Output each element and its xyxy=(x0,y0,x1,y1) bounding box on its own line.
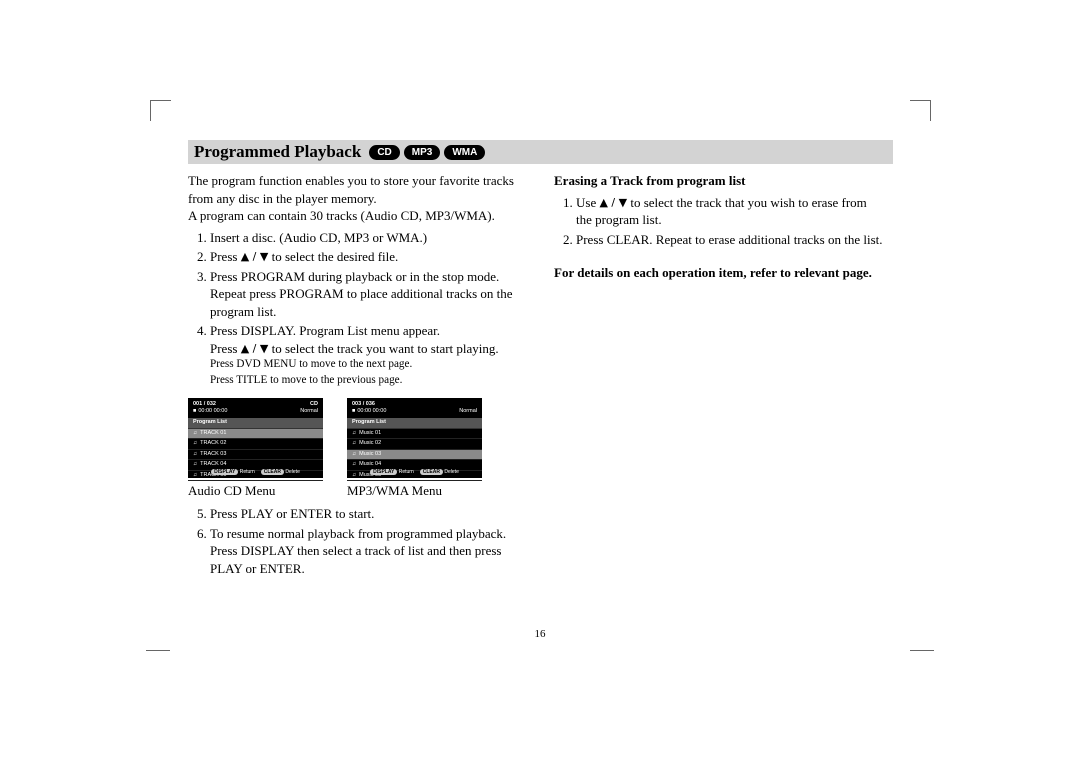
mp3-wma-osd: 003 / 036 00:00 00:00 Normal Program Lis… xyxy=(347,398,482,478)
reference-note: For details on each operation item, refe… xyxy=(554,264,884,282)
music-note-icon: TRACK 02 xyxy=(193,440,226,446)
two-column-body: The program function enables you to stor… xyxy=(188,172,893,579)
erase-step-2: Press CLEAR. Repeat to erase additional … xyxy=(576,231,884,249)
up-down-arrows-icon: ▲ / ▼ xyxy=(599,196,627,209)
badge-cd: CD xyxy=(369,145,399,160)
manual-page: Programmed Playback CD MP3 WMA The progr… xyxy=(188,140,893,579)
crop-mark-mid-left xyxy=(146,650,170,652)
stop-icon: 00:00 00:00 xyxy=(352,408,386,415)
music-note-icon: TRACK 01 xyxy=(193,430,226,436)
osd-menu-screenshots: 001 / 032 CD 00:00 00:00 Normal Program … xyxy=(188,398,528,500)
step-1: Insert a disc. (Audio CD, MP3 or WMA.) xyxy=(210,229,528,247)
audio-cd-caption: Audio CD Menu xyxy=(188,482,323,500)
mp3-wma-menu-block: 003 / 036 00:00 00:00 Normal Program Lis… xyxy=(347,398,482,500)
erase-subheading: Erasing a Track from program list xyxy=(554,172,884,190)
section-heading-bar: Programmed Playback CD MP3 WMA xyxy=(188,140,893,164)
up-down-arrows-icon: ▲ / ▼ xyxy=(241,250,269,263)
audio-cd-osd: 001 / 032 CD 00:00 00:00 Normal Program … xyxy=(188,398,323,478)
crop-mark-mid-right xyxy=(910,650,934,652)
music-note-icon: TRACK 04 xyxy=(193,461,226,467)
intro-para-1: The program function enables you to stor… xyxy=(188,172,528,207)
crop-mark-top-right xyxy=(910,100,931,121)
music-note-icon: Music 02 xyxy=(352,440,381,446)
music-note-icon: Music 04 xyxy=(352,461,381,467)
music-note-icon: Music 03 xyxy=(352,451,381,457)
main-steps-list: Insert a disc. (Audio CD, MP3 or WMA.) P… xyxy=(188,229,528,388)
intro-para-2: A program can contain 30 tracks (Audio C… xyxy=(188,207,528,225)
page-number: 16 xyxy=(0,628,1080,640)
music-note-icon: TRACK 03 xyxy=(193,451,226,457)
section-title: Programmed Playback xyxy=(194,142,361,162)
left-column: The program function enables you to stor… xyxy=(188,172,528,579)
erase-step-1: Use ▲ / ▼ to select the track that you w… xyxy=(576,194,884,229)
stop-icon: 00:00 00:00 xyxy=(193,408,227,415)
step-3: Press PROGRAM during playback or in the … xyxy=(210,268,528,321)
step-6: To resume normal playback from programme… xyxy=(210,525,528,578)
right-column: Erasing a Track from program list Use ▲ … xyxy=(554,172,884,579)
mp3-wma-caption: MP3/WMA Menu xyxy=(347,482,482,500)
audio-cd-menu-block: 001 / 032 CD 00:00 00:00 Normal Program … xyxy=(188,398,323,500)
step-4: Press DISPLAY. Program List menu appear.… xyxy=(210,322,528,387)
main-steps-list-continued: Press PLAY or ENTER to start. To resume … xyxy=(188,505,528,577)
badge-mp3: MP3 xyxy=(404,145,441,160)
step-5: Press PLAY or ENTER to start. xyxy=(210,505,528,523)
music-note-icon: Music 01 xyxy=(352,430,381,436)
up-down-arrows-icon: ▲ / ▼ xyxy=(241,342,269,355)
step-2: Press ▲ / ▼ to select the desired file. xyxy=(210,248,528,266)
crop-mark-top-left xyxy=(150,100,171,121)
erase-steps-list: Use ▲ / ▼ to select the track that you w… xyxy=(554,194,884,249)
badge-wma: WMA xyxy=(444,145,485,160)
